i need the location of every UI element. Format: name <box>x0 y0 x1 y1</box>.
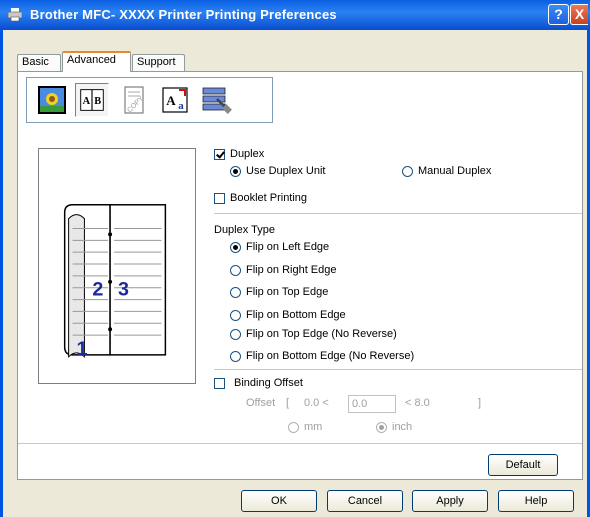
printing-preferences-window: Brother MFC- XXXX Printer Printing Prefe… <box>0 0 590 517</box>
separator-1 <box>214 213 582 214</box>
flip-left-edge-radio[interactable] <box>230 242 241 253</box>
offset-max-label: < 8.0 <box>405 397 430 409</box>
preview-page-3: 3 <box>118 279 129 301</box>
printer-icon <box>8 8 22 21</box>
unit-inch-label: inch <box>392 421 413 433</box>
print-quality-icon[interactable] <box>35 83 69 117</box>
flip-top-edge-no-reverse-label: Flip on Top Edge (No Reverse) <box>246 328 397 340</box>
booklet-printing-checkbox[interactable] <box>214 193 225 204</box>
unit-mm-label: mm <box>304 421 323 433</box>
duplex-type-heading: Duplex Type <box>214 224 275 236</box>
duplex-checkbox[interactable] <box>214 149 225 160</box>
flip-top-edge-radio[interactable] <box>230 287 241 298</box>
offset-label: Offset <box>246 397 276 409</box>
feature-icon-bar: A B COPY A a <box>26 77 273 123</box>
flip-bottom-edge-radio[interactable] <box>230 310 241 321</box>
flip-top-edge-no-reverse-radio[interactable] <box>230 329 241 340</box>
tab-basic[interactable]: Basic <box>17 54 61 71</box>
close-title-button[interactable]: X <box>570 4 588 25</box>
offset-min-label: 0.0 < <box>304 397 329 409</box>
offset-bracket-close: ] <box>478 397 482 409</box>
ok-button[interactable]: OK <box>241 490 317 512</box>
duplex-preview: 1 2 3 <box>38 148 196 384</box>
flip-top-edge-label: Flip on Top Edge <box>246 286 329 298</box>
unit-inch-radio[interactable] <box>376 422 387 433</box>
preview-page-2: 2 <box>92 279 103 301</box>
flip-bottom-edge-label: Flip on Bottom Edge <box>246 309 346 321</box>
watermark-icon[interactable]: COPY <box>117 83 151 117</box>
cancel-button[interactable]: Cancel <box>327 490 403 512</box>
close-icon: X <box>574 6 585 22</box>
help-title-button[interactable]: ? <box>548 4 569 25</box>
flip-bottom-edge-no-reverse-radio[interactable] <box>230 351 241 362</box>
duplex-label: Duplex <box>230 148 265 160</box>
use-duplex-unit-label: Use Duplex Unit <box>246 165 326 177</box>
device-options-icon[interactable] <box>199 83 233 117</box>
use-duplex-unit-radio[interactable] <box>230 166 241 177</box>
help-icon: ? <box>554 6 563 22</box>
separator-2 <box>214 369 582 370</box>
help-button[interactable]: Help <box>498 490 574 512</box>
separator-3 <box>18 443 582 444</box>
title-bar[interactable]: Brother MFC- XXXX Printer Printing Prefe… <box>0 0 590 30</box>
tab-support[interactable]: Support <box>132 54 185 71</box>
flip-bottom-edge-no-reverse-label: Flip on Bottom Edge (No Reverse) <box>246 350 415 362</box>
binding-offset-label: Binding Offset <box>234 377 303 389</box>
flip-right-edge-label: Flip on Right Edge <box>246 264 337 276</box>
offset-bracket-open: [ <box>286 397 290 409</box>
preview-page-1: 1 <box>77 338 88 360</box>
page-setting-icon[interactable]: A a <box>159 83 193 117</box>
svg-text:A: A <box>83 96 91 107</box>
svg-text:A: A <box>166 93 176 108</box>
window-title: Brother MFC- XXXX Printer Printing Prefe… <box>30 7 337 22</box>
flip-left-edge-label: Flip on Left Edge <box>246 241 330 253</box>
advanced-tab-panel: A B COPY A a 1 2 3 Duplex Use Duplex Uni… <box>17 71 583 480</box>
manual-duplex-label: Manual Duplex <box>418 165 492 177</box>
default-button[interactable]: Default <box>488 454 558 476</box>
svg-text:B: B <box>94 96 101 107</box>
offset-value-input[interactable] <box>348 395 396 413</box>
unit-mm-radio[interactable] <box>288 422 299 433</box>
booklet-printing-label: Booklet Printing <box>230 192 308 204</box>
apply-button[interactable]: Apply <box>412 490 488 512</box>
binding-offset-checkbox[interactable] <box>214 378 225 389</box>
svg-text:a: a <box>178 100 184 112</box>
duplex-icon[interactable]: A B <box>75 83 109 117</box>
manual-duplex-radio[interactable] <box>402 166 413 177</box>
flip-right-edge-radio[interactable] <box>230 265 241 276</box>
tab-advanced[interactable]: Advanced <box>62 51 131 72</box>
